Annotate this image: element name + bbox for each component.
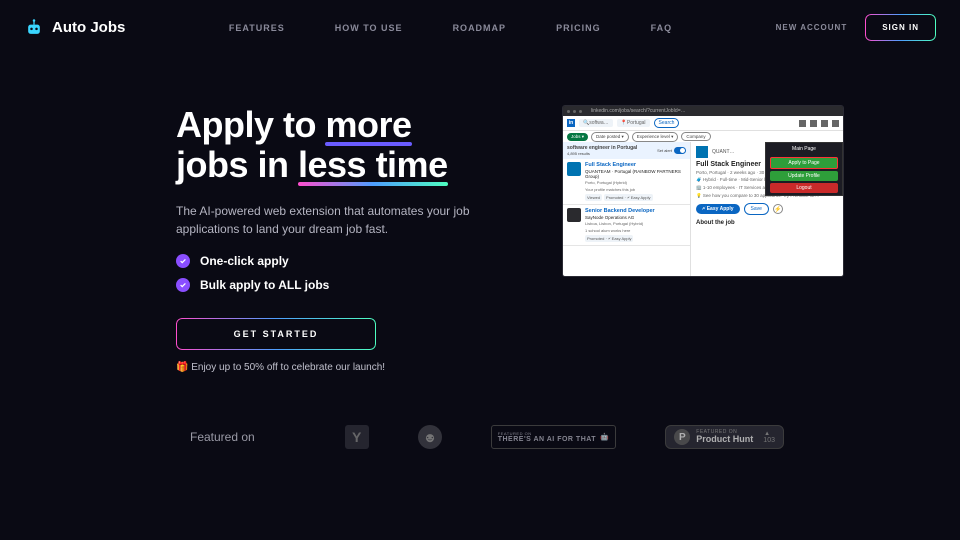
search-value: softwa… <box>589 120 608 126</box>
job-tag: Promoted · 🗲 Easy Apply <box>585 235 633 242</box>
browser-urlbar: linkedin.com/jobs/search/?currentJobId=… <box>563 106 843 116</box>
browser-dot-icon <box>573 110 576 113</box>
job-extra: Your profile matches this job <box>585 187 686 192</box>
job-company: SayNode Operations AG <box>585 215 686 220</box>
product-screenshot: linkedin.com/jobs/search/?currentJobId=…… <box>562 105 844 277</box>
filter-jobs: Jobs ▾ <box>567 133 588 141</box>
job-card: Senior Backend Developer SayNode Operati… <box>563 205 690 246</box>
job-detail: QUANT… Full Stack Engineer Porto, Portug… <box>691 142 843 276</box>
alert-toggle <box>674 147 686 154</box>
yc-icon: Y <box>345 425 369 449</box>
linkedin-filters: Jobs ▾ Date posted ▾ Experience level ▾ … <box>563 130 843 142</box>
easy-apply-btn: 🗲 Easy Apply <box>696 204 740 214</box>
about-job-heading: About the job <box>696 220 838 226</box>
nav-icon <box>810 120 817 127</box>
browser-dot-icon <box>567 110 570 113</box>
ph-icon: P <box>674 429 690 445</box>
nav-roadmap[interactable]: ROADMAP <box>453 23 507 33</box>
check-icon <box>176 254 190 268</box>
job-tag: Viewed <box>585 194 602 201</box>
brand-logo[interactable]: Auto Jobs <box>24 18 125 38</box>
featured-section: Featured on Y FEATURED ON THERE'S AN AI … <box>0 425 960 449</box>
linkedin-search-btn: Search <box>654 118 680 128</box>
job-list: software engineer in Portugal 4,895 resu… <box>563 142 691 276</box>
nav-icon <box>821 120 828 127</box>
hero-subtitle: The AI-powered web extension that automa… <box>176 202 486 238</box>
save-btn: Save <box>744 203 769 215</box>
nav-icon <box>799 120 806 127</box>
robot-icon <box>24 18 44 38</box>
job-location: Porto, Portugal (Hybrid) <box>585 180 686 185</box>
hero-title: Apply to more jobs in less time <box>176 105 486 184</box>
hero-content: Apply to more jobs in less time The AI-p… <box>176 105 486 373</box>
company-logo-icon <box>696 146 708 158</box>
results-banner: software engineer in Portugal 4,895 resu… <box>563 142 690 159</box>
nav-pricing[interactable]: PRICING <box>556 23 601 33</box>
ext-update-btn: Update Profile <box>770 171 838 181</box>
bolt-icon: ⚡ <box>773 204 783 214</box>
feature-text: Bulk apply to ALL jobs <box>200 278 329 292</box>
ph-count: 103 <box>763 437 775 444</box>
detail-company: QUANT… <box>712 149 735 155</box>
job-location: Lisboa, Lisbon, Portugal (Hybrid) <box>585 221 686 226</box>
title-less-time: less time <box>298 144 448 185</box>
title-part-1: Apply to <box>176 104 325 145</box>
ext-header: Main Page <box>766 143 842 155</box>
hero: Apply to more jobs in less time The AI-p… <box>0 55 960 373</box>
title-more: more <box>325 104 411 145</box>
filter-date: Date posted ▾ <box>591 132 629 142</box>
linkedin-search: 🔍 softwa… <box>579 119 613 127</box>
job-card: Full Stack Engineer QUANTEAM · Portugal … <box>563 159 690 205</box>
feature-item: One-click apply <box>176 254 486 268</box>
featured-logos: Y FEATURED ON THERE'S AN AI FOR THAT 🤖 P… <box>345 425 784 449</box>
job-extra: 1 school alum works here <box>585 228 686 233</box>
ext-apply-btn: Apply to Page <box>770 157 838 169</box>
browser-dot-icon <box>579 110 582 113</box>
ph-main: Product Hunt <box>696 435 753 444</box>
extension-menu: Main Page Apply to Page Update Profile L… <box>765 142 843 196</box>
title-part-2: jobs in <box>176 144 298 185</box>
nav-icon <box>832 120 839 127</box>
url-text: linkedin.com/jobs/search/?currentJobId=… <box>591 108 839 114</box>
nav-faq[interactable]: FAQ <box>651 23 673 33</box>
header: Auto Jobs FEATURES HOW TO USE ROADMAP PR… <box>0 0 960 55</box>
nav-features[interactable]: FEATURES <box>229 23 285 33</box>
job-company: QUANTEAM · Portugal (RAINBOW PARTNERS Gr… <box>585 169 686 179</box>
feature-list: One-click apply Bulk apply to ALL jobs <box>176 254 486 292</box>
product-hunt-badge: P FEATURED ON Product Hunt ▲ 103 <box>665 425 784 449</box>
reddit-logo <box>418 425 442 449</box>
company-logo-icon <box>567 208 581 222</box>
nav-how-to-use[interactable]: HOW TO USE <box>335 23 403 33</box>
location-value: Portugal <box>627 120 646 126</box>
set-alert-label: Set alert <box>657 148 672 153</box>
featured-label: Featured on <box>190 430 255 444</box>
get-started-button[interactable]: GET STARTED <box>176 318 376 350</box>
reddit-icon <box>418 425 442 449</box>
new-account-link[interactable]: NEW ACCOUNT <box>776 23 848 32</box>
sign-in-button[interactable]: SIGN IN <box>865 14 936 41</box>
linkedin-location: 📍 Portugal <box>617 119 650 127</box>
brand-name: Auto Jobs <box>52 19 125 36</box>
job-tag: Promoted · 🗲 Easy Apply <box>604 194 652 201</box>
promo-text: 🎁 Enjoy up to 50% off to celebrate our l… <box>176 362 486 373</box>
job-title: Full Stack Engineer <box>585 162 686 168</box>
linkedin-body: software engineer in Portugal 4,895 resu… <box>563 142 843 276</box>
feature-item: Bulk apply to ALL jobs <box>176 278 486 292</box>
check-icon <box>176 278 190 292</box>
feature-text: One-click apply <box>200 254 289 268</box>
taaft-main: THERE'S AN AI FOR THAT <box>498 436 596 443</box>
taaft-badge: FEATURED ON THERE'S AN AI FOR THAT 🤖 <box>491 425 617 449</box>
linkedin-logo-icon: in <box>567 119 575 127</box>
banner-results: 4,895 results <box>567 151 637 156</box>
linkedin-topbar: in 🔍 softwa… 📍 Portugal Search <box>563 116 843 130</box>
main-nav: FEATURES HOW TO USE ROADMAP PRICING FAQ <box>135 23 765 33</box>
robot-icon: 🤖 <box>600 433 609 441</box>
account-area: NEW ACCOUNT SIGN IN <box>776 14 936 41</box>
ext-logout-btn: Logout <box>770 183 838 193</box>
company-logo-icon <box>567 162 581 176</box>
job-title: Senior Backend Developer <box>585 208 686 214</box>
filter-company: Company <box>681 132 710 141</box>
ycombinator-logo: Y <box>345 425 369 449</box>
filter-experience: Experience level ▾ <box>632 132 679 142</box>
